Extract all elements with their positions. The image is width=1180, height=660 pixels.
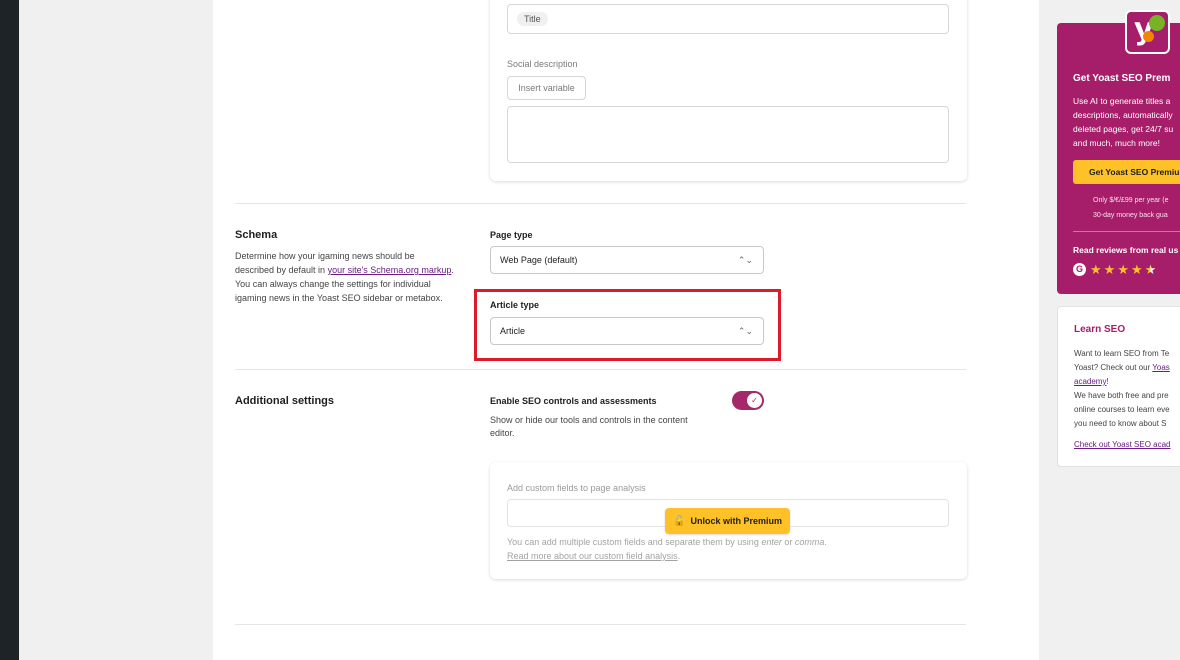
learn-seo-title: Learn SEO xyxy=(1074,324,1126,335)
social-description-textarea[interactable] xyxy=(507,106,949,163)
promo-body-line: deleted pages, get 24/7 su xyxy=(1073,124,1174,134)
promo-body-line: descriptions, automatically xyxy=(1073,110,1173,120)
title-variable-chip[interactable]: Title xyxy=(517,12,548,26)
yoast-academy-link-cont[interactable]: academy xyxy=(1074,377,1106,386)
settings-panel: Title Social description Insert variable… xyxy=(213,0,1039,660)
schema-description: Determine how your igaming news should b… xyxy=(235,249,455,305)
social-title-field[interactable]: Title xyxy=(507,4,949,34)
learn-seo-body: Want to learn SEO from Te Yoast? Check o… xyxy=(1074,347,1180,431)
check-icon: ✓ xyxy=(747,393,762,408)
star-icon: ★ xyxy=(1090,261,1102,277)
get-premium-button[interactable]: Get Yoast SEO Premiu xyxy=(1073,160,1180,184)
star-icon: ★ xyxy=(1103,261,1116,277)
promo-body: Use AI to generate titles a descriptions… xyxy=(1073,94,1180,150)
page-type-value: Web Page (default) xyxy=(500,255,578,265)
social-preview-card: Title Social description Insert variable xyxy=(490,0,967,181)
unlock-button-label: Unlock with Premium xyxy=(690,516,782,526)
google-icon: G xyxy=(1073,263,1086,277)
section-divider xyxy=(235,203,966,204)
promo-pricing: Only $/€/£99 per year (e 30-day money ba… xyxy=(1093,193,1169,223)
seo-controls-toggle-help: Show or hide our tools and controls in t… xyxy=(490,415,688,438)
social-description-label: Social description xyxy=(507,59,578,69)
promo-divider xyxy=(1073,231,1180,232)
insert-variable-button[interactable]: Insert variable xyxy=(507,76,586,100)
yoast-logo-dot-orange xyxy=(1143,31,1154,42)
schema-section-title: Schema xyxy=(235,229,278,241)
custom-fields-help: You can add multiple custom fields and s… xyxy=(507,535,952,563)
promo-body-line: and much, much more! xyxy=(1073,138,1160,148)
page-type-select[interactable]: Web Page (default) ⌃⌄ xyxy=(490,246,764,274)
yoast-logo-dot-green xyxy=(1149,15,1165,31)
star-icon: ★ xyxy=(1130,261,1143,277)
learn-body-line: Yoast? Check out our xyxy=(1074,363,1153,372)
select-chevron-icon: ⌃⌄ xyxy=(737,255,753,265)
premium-promo-card: Get Yoast SEO Prem Use AI to generate ti… xyxy=(1057,23,1180,294)
custom-fields-label: Add custom fields to page analysis xyxy=(507,483,646,493)
yoast-academy-link[interactable]: Yoas xyxy=(1152,363,1170,372)
half-star-icon: ★ xyxy=(1144,261,1157,277)
unlock-with-premium-button[interactable]: 🔓 Unlock with Premium xyxy=(665,508,790,534)
learn-body-line: We have both free and pre xyxy=(1074,391,1169,400)
promo-body-line: Use AI to generate titles a xyxy=(1073,96,1171,106)
learn-body-punct: ! xyxy=(1106,377,1109,386)
learn-body-line: you need to know about S xyxy=(1074,419,1167,428)
promo-title: Get Yoast SEO Prem xyxy=(1073,73,1171,84)
learn-body-line: online courses to learn eve xyxy=(1074,405,1170,414)
promo-price-text: Only $/€/£99 per year (e xyxy=(1093,197,1169,204)
yoast-logo-icon: y xyxy=(1125,10,1170,54)
seo-controls-toggle-label: Enable SEO controls and assessments xyxy=(490,396,657,406)
custom-help-or: or xyxy=(781,537,795,547)
custom-help-text: You can add multiple custom fields and s… xyxy=(507,537,762,547)
page-type-label: Page type xyxy=(490,230,533,240)
star-icon: ★ xyxy=(1117,261,1129,277)
check-out-academy-link[interactable]: Check out Yoast SEO acad xyxy=(1074,440,1171,449)
section-divider xyxy=(235,369,966,370)
section-divider xyxy=(235,624,966,625)
custom-help-end: . xyxy=(824,537,827,547)
custom-help-link-end: . xyxy=(677,551,681,561)
promo-guarantee-text: 30-day money back gua xyxy=(1093,212,1168,219)
custom-field-analysis-link[interactable]: Read more about our custom field analysi… xyxy=(507,551,678,561)
promo-reviews-link[interactable]: Read reviews from real us xyxy=(1073,245,1178,255)
custom-help-enter: enter xyxy=(761,537,782,547)
article-type-highlight xyxy=(474,289,781,361)
rating-stars: G ★ ★ ★ ★ ★ xyxy=(1073,261,1158,279)
learn-seo-card: Learn SEO Want to learn SEO from Te Yoas… xyxy=(1057,306,1180,467)
schema-markup-link[interactable]: your site's Schema.org markup xyxy=(328,265,452,275)
custom-help-comma: comma xyxy=(794,537,825,547)
lock-icon: 🔓 xyxy=(673,516,686,527)
additional-settings-title: Additional settings xyxy=(235,395,334,407)
learn-body-line: Want to learn SEO from Te xyxy=(1074,349,1170,358)
seo-controls-toggle[interactable]: ✓ xyxy=(732,391,764,410)
admin-sidebar-strip xyxy=(0,0,19,660)
